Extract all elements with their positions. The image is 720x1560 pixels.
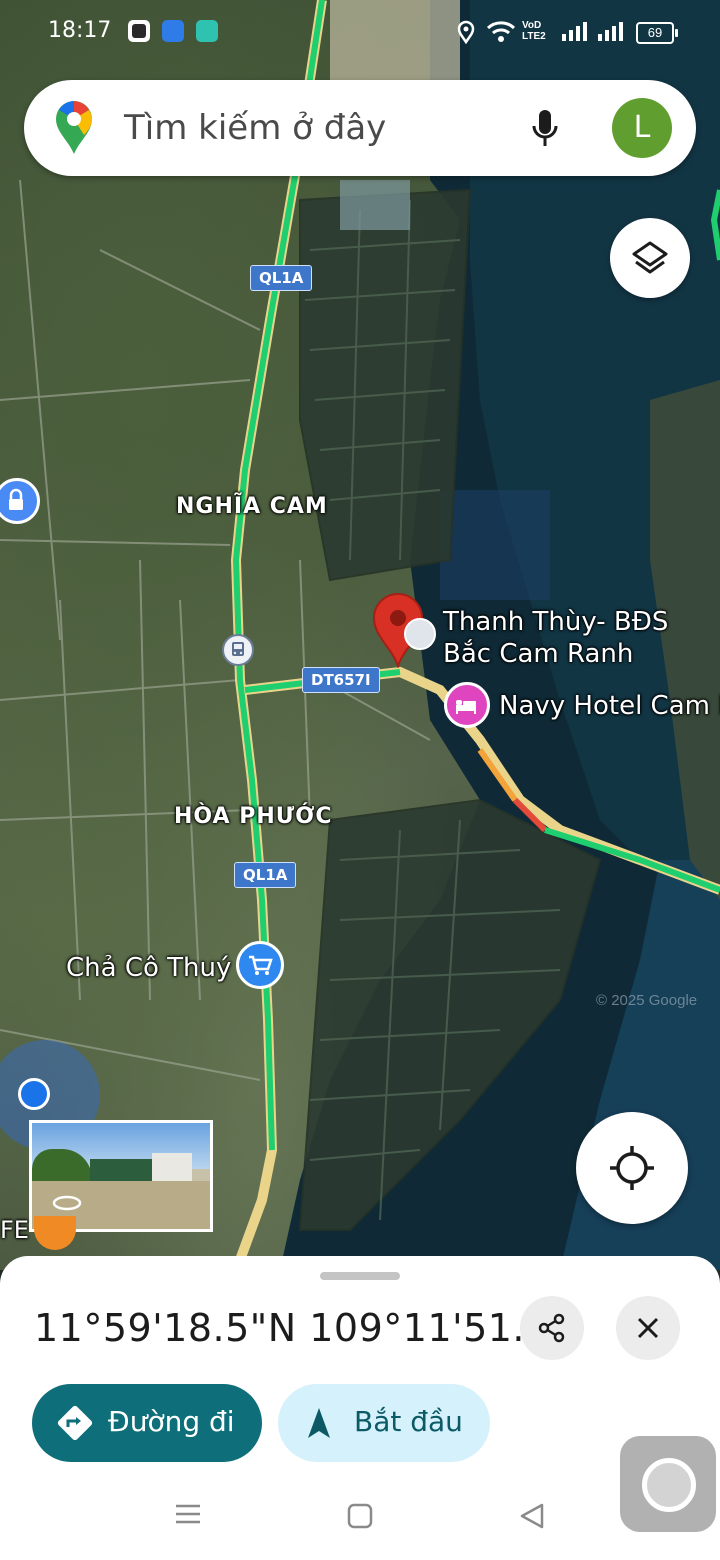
sheet-drag-handle[interactable] bbox=[320, 1272, 400, 1280]
bus-stop-marker[interactable] bbox=[222, 634, 254, 666]
status-time: 18:17 bbox=[48, 18, 112, 43]
signal-sim2-icon bbox=[598, 22, 623, 41]
bed-icon bbox=[456, 700, 476, 714]
wifi-icon bbox=[486, 21, 516, 42]
rotate-360-icon bbox=[52, 1195, 82, 1211]
hotel-poi-label[interactable]: Navy Hotel Cam R bbox=[499, 690, 720, 722]
directions-button-label: Đường đi bbox=[108, 1405, 235, 1438]
pinned-place-label-line2: Bắc Cam Ranh bbox=[443, 639, 634, 669]
location-icon bbox=[457, 20, 475, 44]
battery-indicator: 69 bbox=[636, 22, 678, 44]
place-label-nghia-cam: NGHĨA CAM bbox=[176, 494, 328, 519]
bus-icon bbox=[232, 642, 244, 656]
share-button[interactable] bbox=[520, 1296, 584, 1360]
place-label-hoa-phuoc: HÒA PHƯỚC bbox=[174, 804, 333, 829]
home-icon[interactable] bbox=[346, 1502, 374, 1530]
navigation-arrow-icon bbox=[308, 1408, 330, 1438]
pinned-place-label-line1: Thanh Thùy- BĐS bbox=[443, 607, 669, 637]
pinned-place-label[interactable]: Thanh Thùy- BĐS Bắc Cam Ranh bbox=[443, 606, 668, 670]
directions-icon bbox=[57, 1405, 93, 1441]
search-input[interactable]: Tìm kiếm ở đây bbox=[124, 108, 386, 148]
start-button-label: Bắt đầu bbox=[354, 1405, 463, 1438]
route-shield-ql1a-north: QL1A bbox=[250, 265, 313, 291]
network-type-label: VoD LTE2 bbox=[522, 20, 546, 42]
google-maps-logo-icon bbox=[56, 101, 92, 154]
directions-button[interactable]: Đường đi bbox=[32, 1384, 262, 1462]
chat-app-icon bbox=[196, 20, 218, 42]
shopping-cart-icon bbox=[249, 955, 273, 975]
place-bottom-sheet[interactable]: 11°59'18.5"N 109°11'51.... Đường đi Bắt … bbox=[0, 1256, 720, 1560]
start-navigation-button[interactable]: Bắt đầu bbox=[278, 1384, 490, 1462]
edge-poi-label: FE bbox=[0, 1216, 29, 1244]
shop-poi-marker[interactable] bbox=[236, 941, 284, 989]
map-watermark: © 2025 Google bbox=[596, 992, 698, 1009]
street-view-building bbox=[90, 1159, 156, 1181]
layers-icon bbox=[632, 241, 668, 274]
signal-sim1-icon bbox=[562, 22, 587, 41]
search-bar[interactable]: Tìm kiếm ở đây L bbox=[24, 80, 696, 176]
crosshair-icon bbox=[610, 1146, 654, 1190]
lock-poi-marker[interactable] bbox=[0, 478, 40, 524]
route-shield-dt657i: DT657I bbox=[302, 667, 380, 693]
browser-icon bbox=[162, 20, 184, 42]
back-icon[interactable] bbox=[518, 1502, 546, 1530]
lock-icon bbox=[9, 488, 23, 510]
share-icon bbox=[538, 1313, 565, 1343]
close-button[interactable] bbox=[616, 1296, 680, 1360]
coordinates-title: 11°59'18.5"N 109°11'51.... bbox=[34, 1306, 563, 1350]
shop-poi-label[interactable]: Chả Cô Thuý bbox=[66, 952, 231, 984]
shopee-icon bbox=[128, 20, 150, 42]
status-bar: 18:17 VoD LTE2 69 bbox=[0, 0, 720, 64]
close-icon bbox=[637, 1317, 659, 1339]
recents-menu-icon[interactable] bbox=[174, 1500, 202, 1528]
route-shield-ql1a-south: QL1A bbox=[234, 862, 297, 888]
assistive-ball-icon bbox=[642, 1458, 696, 1512]
microphone-icon[interactable] bbox=[530, 108, 560, 150]
map-view[interactable]: NGHĨA CAM HÒA PHƯỚC QL1A QL1A DT657I Tha… bbox=[0, 0, 720, 1270]
hotel-poi-marker[interactable] bbox=[444, 682, 490, 728]
pinned-place-badge bbox=[404, 618, 436, 650]
layers-button[interactable] bbox=[610, 218, 690, 298]
floating-assistive-ball[interactable] bbox=[620, 1436, 716, 1532]
account-avatar[interactable]: L bbox=[612, 98, 672, 158]
street-view-building-2 bbox=[152, 1153, 192, 1183]
my-location-dot bbox=[18, 1078, 50, 1110]
my-location-button[interactable] bbox=[576, 1112, 688, 1224]
